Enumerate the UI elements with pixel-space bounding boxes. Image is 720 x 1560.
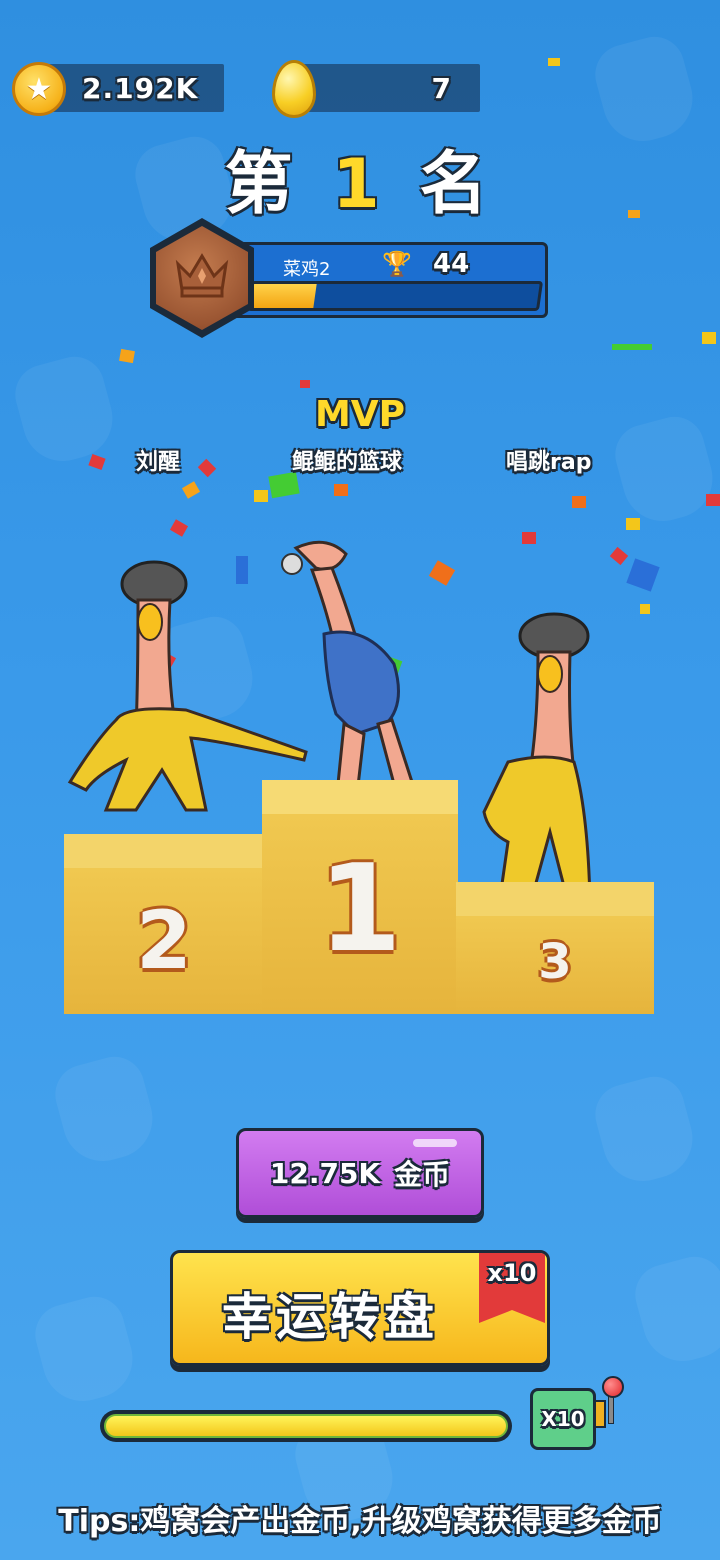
podium-third: 3	[456, 882, 654, 1014]
rank-title: 第 1 名	[0, 128, 720, 227]
podium-second-number: 2	[136, 894, 192, 987]
podium-second-top	[64, 834, 264, 868]
crown-badge-icon	[175, 253, 229, 298]
podium-third-number: 3	[538, 934, 572, 990]
player-name: 菜鸡2	[283, 259, 331, 280]
spin-progress-fill	[104, 1414, 508, 1438]
third-place-name: 唱跳rap	[506, 450, 592, 475]
rank-title-prefix: 第	[224, 145, 301, 224]
second-place-name: 刘醒	[136, 450, 181, 475]
trophy-count: 44	[433, 249, 470, 279]
lucky-wheel-label: 幸运转盘	[222, 1288, 438, 1346]
first-place-chicken	[266, 534, 426, 796]
rank-progress-fill	[250, 284, 317, 308]
player-rank-panel: 菜鸡2 🏆 44	[230, 242, 548, 318]
lucky-wheel-button[interactable]: 幸运转盘 x10	[170, 1250, 550, 1366]
button-shine	[413, 1139, 457, 1147]
lever-base	[594, 1400, 606, 1428]
tips-text: Tips:鸡窝会产出金币,升级鸡窝获得更多金币	[58, 1504, 662, 1539]
rank-title-suffix: 名	[419, 145, 496, 224]
egg-amount: 7	[431, 72, 452, 105]
podium-second: 2	[64, 834, 264, 1014]
claim-coins-button[interactable]: 12.75K 金币	[236, 1128, 484, 1218]
rank-progress-bar	[246, 281, 544, 311]
third-place-chicken	[478, 612, 608, 926]
spin-progress-bar	[100, 1410, 512, 1442]
podium-third-top	[456, 882, 654, 916]
trophy-icon: 🏆	[382, 250, 412, 278]
podium-first-number: 1	[318, 840, 402, 979]
x10-slot-button[interactable]: X10	[530, 1388, 596, 1450]
podium-first-top	[262, 780, 458, 814]
mvp-label: MVP	[314, 394, 406, 435]
coin-reward-unit: 金币	[394, 1158, 451, 1191]
star-coin-icon: ★	[12, 62, 66, 116]
rank-title-number: 1	[332, 145, 388, 224]
coin-reward-amount: 12.75K	[269, 1156, 381, 1190]
multiplier-ribbon: x10	[479, 1253, 545, 1323]
podium-first: 1	[262, 780, 458, 1014]
slot-lever-icon	[608, 1394, 614, 1424]
first-place-name: 鲲鲲的篮球	[292, 450, 403, 475]
gold-amount: 2.192K	[82, 72, 199, 105]
lever-ball	[602, 1376, 624, 1398]
